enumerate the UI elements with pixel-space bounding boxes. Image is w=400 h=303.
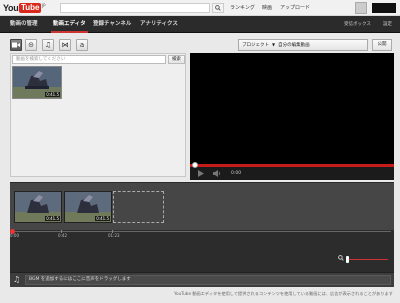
progress-knob[interactable]	[192, 162, 198, 168]
project-label: プロジェクト	[242, 43, 269, 48]
search-icon	[215, 5, 221, 11]
clip-search-button[interactable]: 検索	[168, 55, 185, 64]
avatar[interactable]	[355, 2, 367, 14]
transition-tab-button[interactable]: ⊝	[25, 39, 37, 51]
logo-region-text: JP	[41, 3, 46, 8]
timeline-clip-duration: 0:41.5	[95, 216, 110, 221]
inbox-link[interactable]: 受信ボックス	[344, 16, 371, 33]
editor-toolbar: ⊝ ♫ ⋈ a プロジェクト ▼ 自分の編集動画 公開	[0, 39, 400, 52]
music-note-icon: ♫	[44, 41, 52, 49]
zoom-slider-handle[interactable]	[346, 256, 349, 263]
progress-bar[interactable]	[190, 162, 394, 168]
zoom-magnifier-icon	[338, 255, 344, 261]
volume-icon[interactable]	[213, 170, 221, 177]
video-tab-button[interactable]	[10, 39, 22, 51]
music-tab-button[interactable]: ♫	[42, 39, 54, 51]
video-preview-player[interactable]: 0:00	[190, 53, 394, 180]
transition-icon: ⊝	[28, 41, 34, 49]
text-tab-button[interactable]: a	[76, 39, 88, 51]
account-name-redacted[interactable]	[372, 3, 396, 13]
publish-button[interactable]: 公開	[372, 39, 392, 51]
zoom-slider[interactable]	[346, 259, 388, 260]
link-ranking[interactable]: ランキング	[230, 4, 255, 11]
youtube-logo[interactable]: You Tube JP	[3, 2, 46, 14]
transitions-tab-button[interactable]: ⋈	[59, 39, 71, 51]
text-a-icon: a	[79, 41, 85, 49]
settings-link[interactable]: 設定	[383, 16, 392, 33]
bowtie-transition-icon: ⋈	[61, 41, 69, 49]
timeline-drop-slot[interactable]	[113, 191, 164, 223]
search-button[interactable]	[212, 3, 224, 13]
clip-library-panel: 動画を検索してください 検索 0:41.5	[10, 53, 186, 177]
link-upload[interactable]: アップロード	[280, 4, 310, 11]
project-dropdown[interactable]: プロジェクト ▼ 自分の編集動画	[238, 39, 368, 51]
ruler-label: 0:00	[10, 233, 19, 238]
tab-video-manager[interactable]: 動画の管理	[10, 16, 38, 33]
clip-search-input[interactable]: 動画を検索してください	[12, 55, 166, 64]
logo-you-text: You	[3, 3, 19, 13]
ruler-label: 01:23	[108, 233, 120, 238]
timeline-track: 0:41.5 0:41.5	[10, 182, 394, 230]
player-controls: 0:00	[190, 162, 394, 180]
footer-note: YouTube 動画エディタを使用して提供されるコンテンツを使用している動画には…	[174, 291, 393, 296]
project-name: 自分の編集動画	[278, 43, 310, 48]
clip-thumbnail[interactable]: 0:41.5	[12, 66, 62, 99]
play-icon[interactable]	[198, 170, 204, 177]
search-input[interactable]	[60, 3, 210, 13]
link-movies[interactable]: 映画	[262, 4, 272, 11]
timeline-ruler[interactable]: 0:00 0:42 01:23	[10, 229, 394, 247]
tab-analytics[interactable]: アナリティクス	[140, 16, 178, 33]
audio-track: ♫ BGM を追加するにはここに音声をドラッグします	[10, 272, 394, 287]
chevron-down-icon: ▼	[272, 42, 276, 47]
ruler-line	[13, 231, 391, 232]
timeline-clip[interactable]: 0:41.5	[64, 191, 112, 223]
logo-tube-text: Tube	[19, 3, 41, 13]
clip-duration-label: 0:41.5	[45, 92, 60, 97]
timeline-clip-duration: 0:41.5	[45, 216, 60, 221]
top-header: You Tube JP ランキング 映画 アップロード	[0, 0, 400, 16]
timeline-zoom-row	[10, 247, 394, 272]
video-camera-icon	[12, 42, 20, 48]
ruler-label: 0:42	[58, 233, 67, 238]
player-time: 0:00	[231, 171, 242, 176]
music-note-icon: ♫	[13, 275, 21, 284]
tab-video-editor[interactable]: 動画エディタ	[51, 16, 88, 33]
tab-subscriptions[interactable]: 登録チャンネル	[93, 16, 131, 33]
main-nav: 動画の管理 動画エディタ 登録チャンネル アナリティクス 受信ボックス 設定	[0, 16, 400, 33]
timeline-clip[interactable]: 0:41.5	[14, 191, 62, 223]
audio-drop-zone[interactable]: BGM を追加するにはここに音声をドラッグします	[25, 275, 391, 285]
